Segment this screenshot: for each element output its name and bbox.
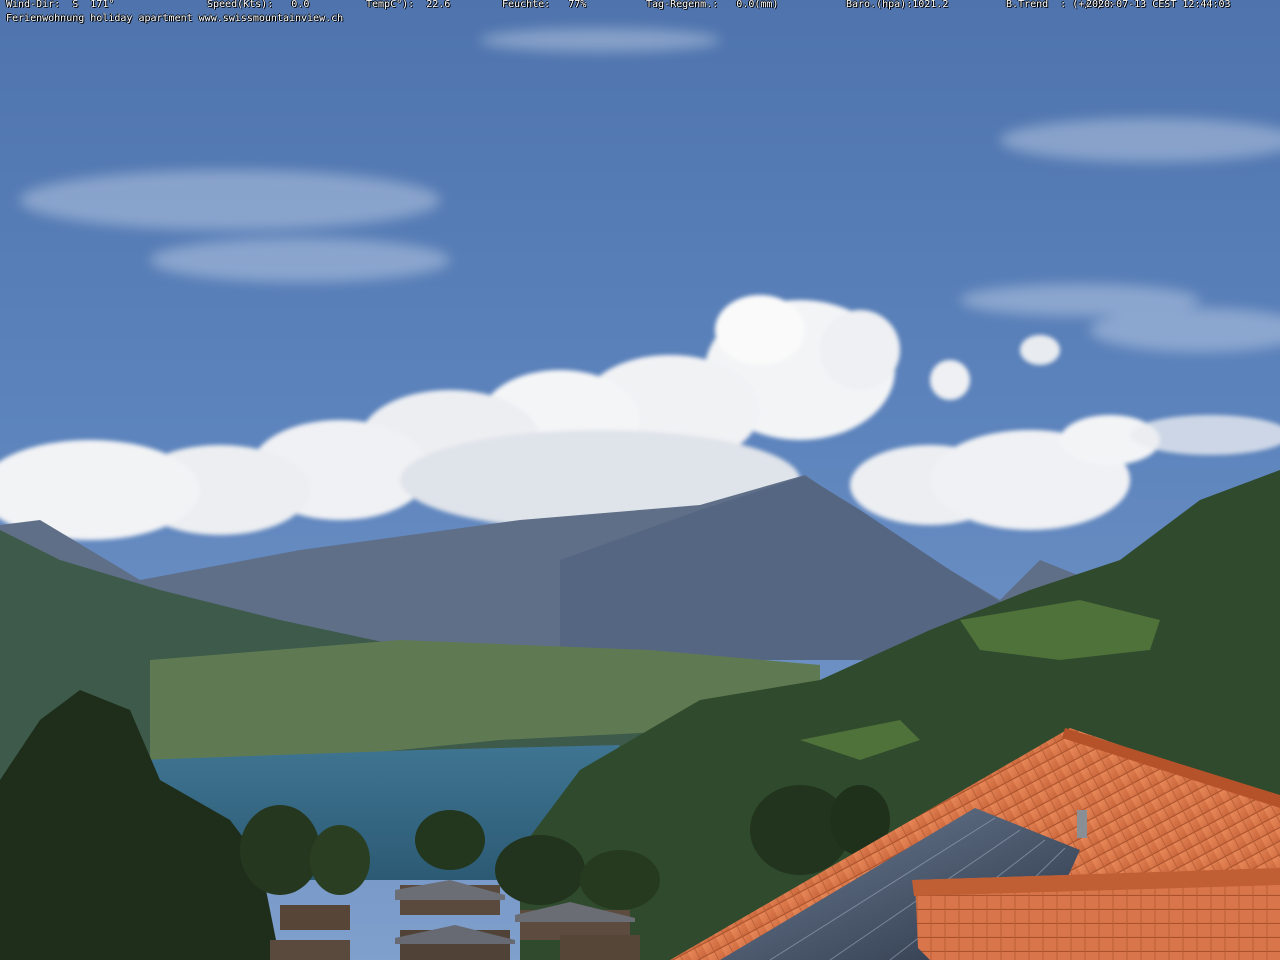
caption-text: Ferienwohnung holiday apartment www.swis… [6, 13, 344, 24]
caption-bar: Ferienwohnung holiday apartment www.swis… [0, 13, 1280, 24]
pressure-readout: Baro.(hpa):1021.2 [846, 0, 949, 10]
wind-direction-readout: Wind-Dir: S 171° [6, 0, 115, 10]
rain-readout: Tag-Regenm.: 0.0(mm) [646, 0, 779, 10]
humidity-readout: Feuchte: 77% [502, 0, 587, 10]
webcam-scene [0, 0, 1280, 960]
temperature-readout: TempC°): 22.6 [366, 0, 451, 10]
timestamp: 2020-07-13 CEST 12:44:03 [1086, 0, 1231, 10]
wind-speed-readout: Speed(Kts): 0.0 [207, 0, 310, 10]
weather-overlay-bar: Wind-Dir: S 171° Speed(Kts): 0.0 TempC°)… [0, 0, 1280, 10]
